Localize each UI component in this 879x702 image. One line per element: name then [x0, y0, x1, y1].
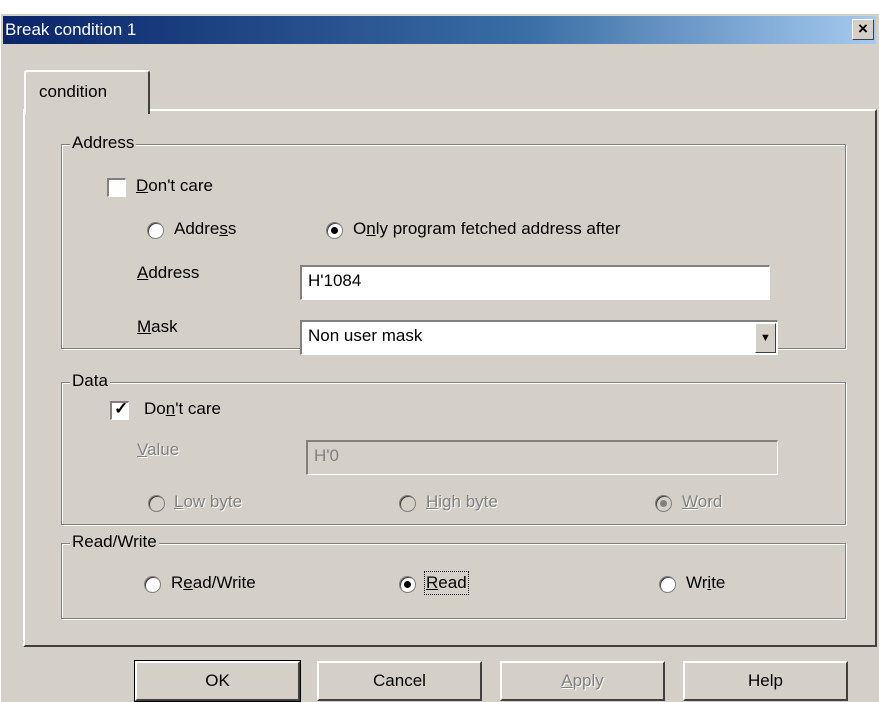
cancel-button[interactable]: Cancel: [317, 661, 482, 701]
ok-button[interactable]: OK: [134, 660, 301, 702]
tab-condition[interactable]: condition: [24, 70, 150, 114]
tab-condition-label: condition: [39, 82, 108, 101]
title-bar[interactable]: Break condition 1 ×: [3, 16, 876, 44]
apply-button[interactable]: Apply: [500, 661, 665, 701]
help-button[interactable]: Help: [683, 661, 848, 701]
dialog-window: Break condition 1 × condition Address Do…: [0, 13, 879, 702]
close-icon[interactable]: ×: [852, 19, 874, 40]
window-title: Break condition 1: [5, 20, 137, 39]
tab-panel-condition: [23, 109, 877, 647]
